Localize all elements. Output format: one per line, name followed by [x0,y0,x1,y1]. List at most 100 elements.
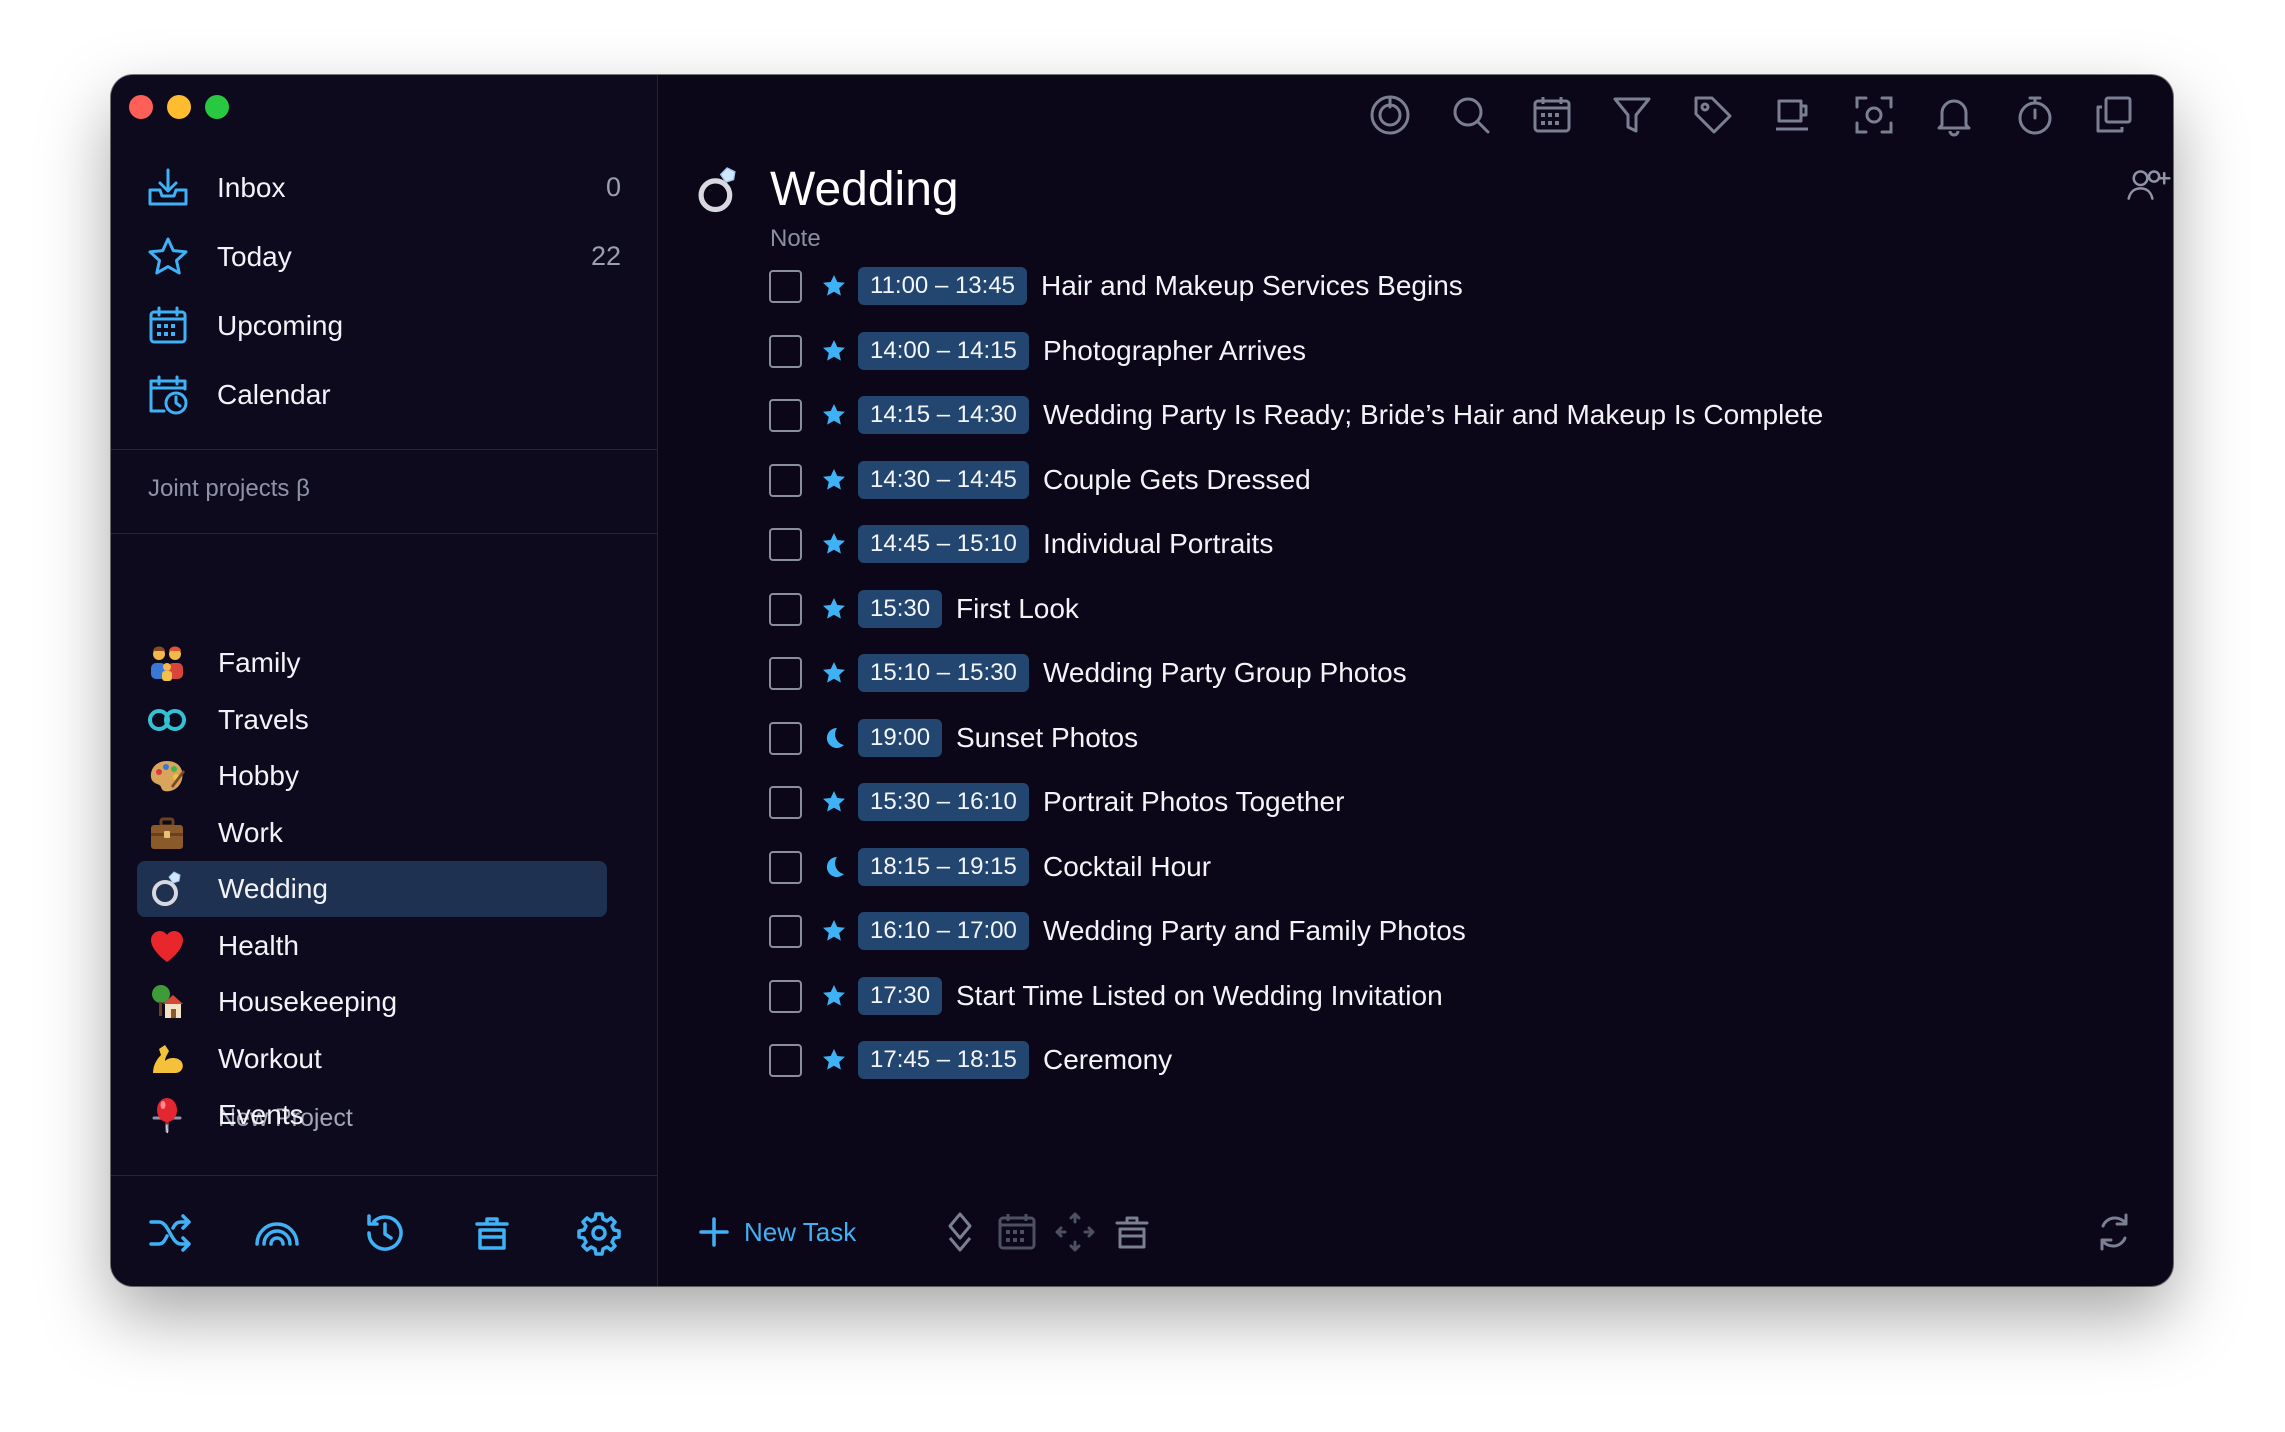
time-badge: 19:00 [858,718,943,757]
time-badge: 14:30 – 14:45 [858,460,1029,499]
project-label: Family [218,647,301,679]
sidebar-item-hobby[interactable]: Hobby [111,748,657,805]
task-checkbox[interactable] [769,915,802,948]
task-row[interactable]: 15:30 – 16:10 Portrait Photos Together [658,770,2158,835]
calendar-icon[interactable] [1530,93,1574,137]
task-title[interactable]: Wedding Party and Family Photos [1043,912,1466,950]
star-icon [820,401,848,429]
task-row[interactable]: 16:10 – 17:00 Wedding Party and Family Ph… [658,899,2158,964]
task-title[interactable]: Ceremony [1043,1041,1172,1079]
time-badge: 16:10 – 17:00 [858,912,1029,950]
bell-icon[interactable] [1932,93,1976,137]
sidebar-item-family[interactable]: Family [111,635,657,692]
task-title[interactable]: Couple Gets Dressed [1043,461,1311,499]
task-row[interactable]: 14:15 – 14:30 Wedding Party Is Ready; Bri… [658,383,2158,448]
star-icon [820,272,848,300]
sidebar-item-today[interactable]: Today 22 [111,222,657,291]
sidebar-item-health[interactable]: Health [111,918,657,975]
joint-projects-heading[interactable]: Joint projects β [148,475,310,503]
search-icon[interactable] [1449,93,1493,137]
task-checkbox[interactable] [769,721,802,755]
task-title[interactable]: Hair and Makeup Services Begins [1041,267,1463,305]
zoom-window-button[interactable] [205,95,229,119]
task-title[interactable]: Wedding Party Group Photos [1043,654,1407,692]
sidebar-item-calendar[interactable]: Calendar [111,360,657,429]
task-checkbox[interactable] [769,528,802,561]
task-checkbox[interactable] [769,334,802,368]
trash-icon[interactable] [1110,1210,1154,1254]
focus-icon[interactable] [1852,93,1896,137]
task-checkbox[interactable] [769,463,802,497]
sidebar-item-upcoming[interactable]: Upcoming [111,291,657,360]
close-window-button[interactable] [129,95,153,119]
task-row[interactable]: 11:00 – 13:45 Hair and Makeup Services Be… [658,254,2158,319]
task-checkbox[interactable] [769,657,802,690]
briefcase-emoji-icon [147,813,187,853]
task-checkbox[interactable] [769,399,802,432]
task-row[interactable]: 15:30 First Look [658,577,2158,642]
task-checkbox[interactable] [769,270,802,303]
sidebar-item-work[interactable]: Work [111,805,657,862]
new-project-button[interactable]: New Project [111,1093,657,1143]
star-icon [820,982,848,1010]
task-row[interactable]: 19:00 Sunset Photos [658,706,2158,771]
task-row[interactable]: 17:45 – 18:15 Ceremony [658,1028,2158,1093]
move-arrows-icon[interactable] [1053,1210,1097,1254]
task-row[interactable]: 14:30 – 14:45 Couple Gets Dressed [658,448,2158,513]
calendar-icon[interactable] [995,1210,1039,1254]
task-row[interactable]: 17:30 Start Time Listed on Wedding Invita… [658,964,2158,1029]
task-title[interactable]: First Look [956,590,1079,628]
task-title[interactable]: Start Time Listed on Wedding Invitation [956,977,1443,1015]
page-title[interactable]: Wedding [770,155,959,225]
shuffle-icon[interactable] [147,1210,193,1256]
task-title[interactable]: Portrait Photos Together [1043,783,1344,821]
task-title[interactable]: Individual Portraits [1043,525,1273,563]
stopwatch-icon[interactable] [2013,93,2057,137]
task-row[interactable]: 18:15 – 19:15 Cocktail Hour [658,835,2158,900]
moon-icon [820,724,848,752]
task-row[interactable]: 14:45 – 15:10 Individual Portraits [658,512,2158,577]
project-header [692,155,744,225]
time-badge: 14:15 – 14:30 [858,396,1029,434]
copy-windows-icon[interactable] [2092,93,2136,137]
task-row[interactable]: 15:10 – 15:30 Wedding Party Group Photos [658,641,2158,706]
share-add-person-icon[interactable] [2127,163,2171,207]
minimize-window-button[interactable] [167,95,191,119]
sidebar-item-inbox[interactable]: Inbox 0 [111,153,657,222]
coffee-icon[interactable] [1771,93,1815,137]
task-checkbox[interactable] [769,979,802,1013]
focus-timer-icon[interactable] [1368,93,1412,137]
sidebar-item-workout[interactable]: Workout [111,1031,657,1088]
task-checkbox[interactable] [769,592,802,626]
task-title[interactable]: Wedding Party Is Ready; Bride’s Hair and… [1043,396,1823,434]
priority-icon[interactable] [938,1210,982,1254]
rainbow-icon[interactable] [254,1210,300,1256]
settings-gear-icon[interactable] [576,1210,622,1256]
sidebar-bottom-toolbar [111,1175,657,1286]
history-icon[interactable] [362,1210,408,1256]
trash-icon[interactable] [469,1210,515,1256]
task-row[interactable]: 14:00 – 14:15 Photographer Arrives [658,319,2158,384]
time-badge: 17:45 – 18:15 [858,1041,1029,1079]
sidebar-item-travels[interactable]: Travels [111,692,657,749]
task-title[interactable]: Photographer Arrives [1043,332,1306,370]
project-note[interactable]: Note [770,225,821,253]
tag-icon[interactable] [1691,93,1735,137]
filter-icon[interactable] [1610,93,1654,137]
sidebar-nav: Inbox 0 Today 22 Upcoming Calendar [111,153,657,429]
new-task-button[interactable]: New Task [698,1212,856,1252]
sync-icon[interactable] [2092,1210,2136,1254]
sidebar-item-wedding[interactable]: Wedding [111,861,657,918]
project-label: Hobby [218,760,299,792]
task-checkbox[interactable] [769,1044,802,1077]
project-label: Health [218,929,299,961]
palette-emoji-icon [147,756,187,796]
task-checkbox[interactable] [769,786,802,819]
house-emoji-icon [147,982,187,1022]
sidebar-item-housekeeping[interactable]: Housekeeping [111,974,657,1031]
task-title[interactable]: Cocktail Hour [1043,848,1211,886]
main-panel: Wedding Note 11:00 – 13:45 Hair and Makeu… [658,75,2173,1286]
task-title[interactable]: Sunset Photos [956,719,1138,757]
task-checkbox[interactable] [769,850,802,884]
inbox-count: 0 [605,172,621,202]
